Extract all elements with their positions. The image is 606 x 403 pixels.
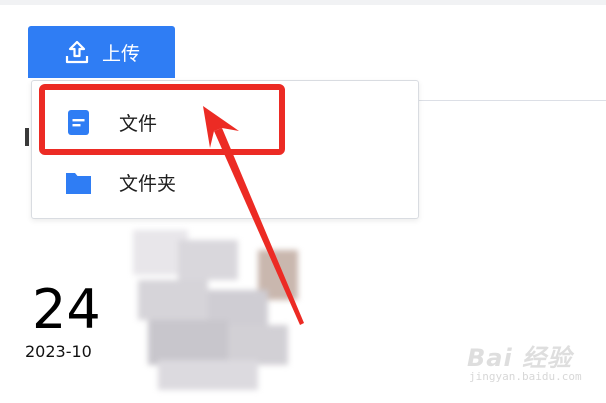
date-year-month: 2023-10	[25, 342, 92, 361]
annotation-highlight-box	[39, 84, 285, 155]
truncated-text-fragment	[25, 128, 29, 146]
blurred-thumbnail	[118, 210, 308, 395]
toolbar-divider	[418, 100, 606, 101]
watermark-logo: Bai 经验	[467, 344, 573, 372]
upload-icon	[64, 39, 90, 65]
baidu-jingyan-watermark: Bai 经验 jingyan.baidu.com	[467, 338, 597, 388]
watermark-url: jingyan.baidu.com	[469, 370, 582, 383]
top-bar-strip	[0, 0, 606, 5]
date-day: 24	[32, 278, 101, 341]
folder-icon	[65, 169, 92, 196]
upload-button-label: 上传	[102, 42, 141, 65]
menu-item-label: 文件夹	[119, 172, 177, 195]
upload-button[interactable]: 上传	[28, 26, 175, 78]
menu-item-folder[interactable]: 文件夹	[32, 153, 418, 211]
